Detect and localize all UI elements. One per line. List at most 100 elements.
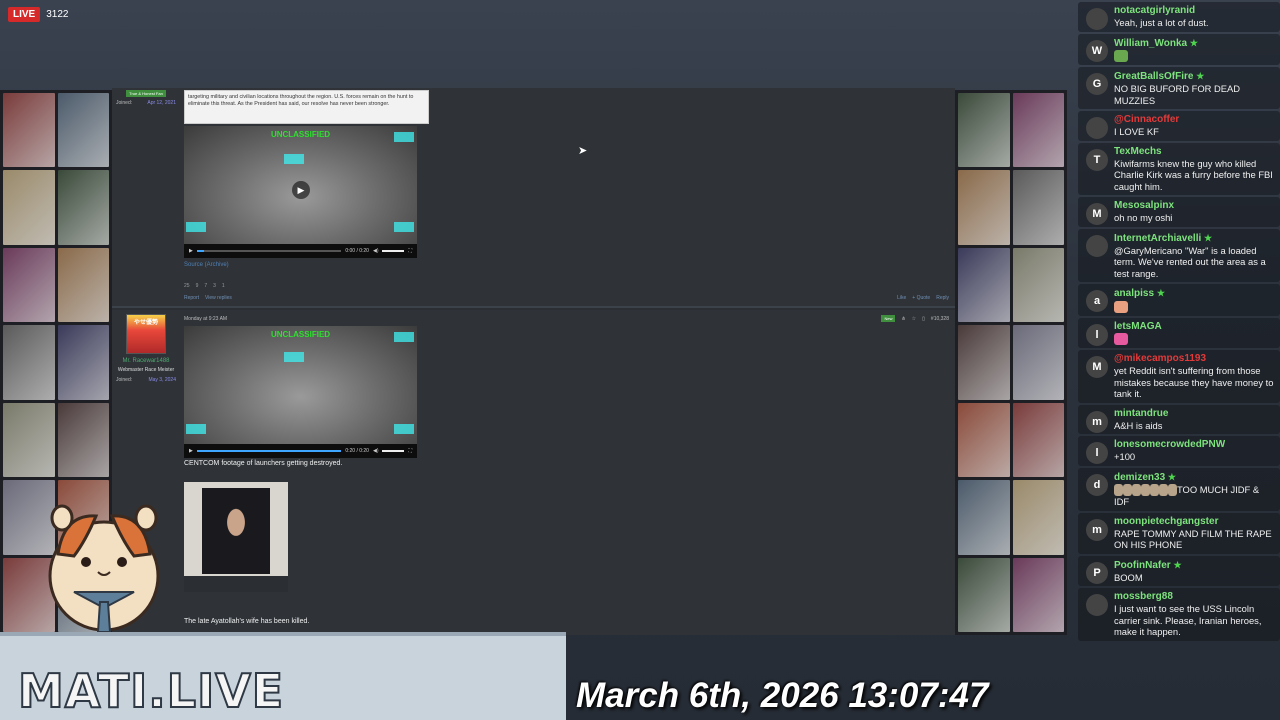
emote-icon [1150,484,1159,497]
user-title: Webmaster Race Meister [117,367,175,373]
collage-tile [1012,325,1064,400]
chat-username[interactable]: analpiss ★ [1114,287,1274,300]
source-link[interactable]: Source (Archive) [184,262,229,268]
chat-username[interactable]: PoofinNafer ★ [1114,559,1274,572]
emote-icon [1114,484,1123,497]
volume-icon[interactable]: ◀) [373,248,379,254]
chat-username-text[interactable]: PoofinNafer [1114,560,1171,571]
progress-bar[interactable] [196,250,342,252]
news-image[interactable] [184,482,288,592]
reaction-count[interactable]: 9 [196,283,199,289]
fullscreen-icon[interactable]: ⛶ [408,448,412,454]
chat-username[interactable]: demizen33 ★ [1114,471,1274,484]
chat-username[interactable]: @Cinnacoffer [1114,114,1274,126]
chat-username-text[interactable]: GreatBallsOfFire [1114,71,1193,82]
share-icon[interactable]: ⋔ [901,316,905,322]
chat-username-text[interactable]: letsMAGA [1114,321,1162,332]
chat-avatar[interactable]: G [1086,73,1108,96]
video-time: 0:20 / 0:20 [345,448,369,454]
reaction-count[interactable]: 25 [184,283,190,289]
chat-username[interactable]: notacatgirlyranid [1114,5,1274,17]
post-number[interactable]: #10,328 [931,316,949,322]
report-link[interactable]: Report [184,295,199,301]
star-icon[interactable]: ☆ [912,316,916,322]
post-links: Report View replies [184,295,232,301]
chat-username[interactable]: Mesosalpinx [1114,200,1274,212]
chat-username[interactable]: GreatBallsOfFire ★ [1114,70,1274,83]
chat-avatar[interactable]: P [1086,561,1108,584]
chat-username[interactable]: InternetArchiavelli ★ [1114,232,1274,245]
emote-icon [1114,50,1128,63]
chat-avatar[interactable]: T [1086,148,1108,171]
play-icon[interactable]: ▶ [292,181,310,199]
username[interactable]: Mr. Racewar1488 [112,357,180,365]
chat-username[interactable]: mossberg88 [1114,591,1274,603]
image-caption: The late Ayatollah's wife has been kille… [184,618,310,625]
chat-avatar[interactable] [1086,8,1108,30]
video-frame[interactable]: UNCLASSIFIED [184,326,417,444]
volume-slider[interactable] [382,250,405,252]
chat-username-text[interactable]: analpiss [1114,288,1154,299]
chat-avatar[interactable]: M [1086,356,1108,379]
chat-avatar[interactable]: M [1086,203,1108,226]
play-button-icon[interactable]: ▶ [189,448,193,454]
chat-avatar[interactable]: W [1086,39,1108,62]
progress-bar[interactable] [196,450,342,452]
bookmark-icon[interactable]: ▯ [922,316,925,322]
fullscreen-icon[interactable]: ⛶ [408,248,412,254]
reaction-count[interactable]: 3 [213,283,216,289]
chat-text: RAPE TOMMY AND FILM THE RAPE ON HIS PHON… [1114,528,1274,551]
chat-username-text[interactable]: William_Wonka [1114,38,1187,49]
chat-panel: notacatgirlyranid Yeah, just a lot of dus… [1078,0,1280,720]
avatar[interactable]: やせ優勢 [126,314,166,354]
chat-username-text[interactable]: mintandrue [1114,408,1168,419]
post-timestamp[interactable]: Monday at 9:23 AM [184,316,227,322]
chat-username-text[interactable]: notacatgirlyranid [1114,5,1195,16]
chat-username-text[interactable]: mossberg88 [1114,591,1173,602]
chat-text: A&H is aids [1114,420,1274,432]
chat-username[interactable]: William_Wonka ★ [1114,37,1274,50]
post-userbox: True & Honest Fan Joined: Apr 12, 2021 [112,88,180,109]
video-player[interactable]: UNCLASSIFIED ▶ ▶ 0:00 / 0:20 ◀) ⛶ [184,126,417,258]
chat-avatar[interactable] [1086,117,1108,140]
chat-text-content: yet Reddit isn't suffering from those mi… [1114,365,1274,400]
chat-username[interactable]: lonesomecrowdedPNW [1114,439,1274,451]
view-replies-link[interactable]: View replies [205,295,232,301]
video-player[interactable]: UNCLASSIFIED ▶ 0:20 / 0:20 ◀) ⛶ [184,326,417,458]
chat-username[interactable]: mintandrue [1114,408,1274,420]
volume-icon[interactable]: ◀) [373,448,379,454]
quote-button[interactable]: + Quote [912,295,930,301]
chat-avatar[interactable]: l [1086,442,1108,465]
chat-username-text[interactable]: TexMechs [1114,146,1162,157]
play-button-icon[interactable]: ▶ [189,248,193,254]
chat-avatar[interactable]: m [1086,518,1108,541]
reaction-count[interactable]: 1 [222,283,225,289]
chat-text: TOO MUCH JIDF & IDF [1114,484,1274,508]
chat-avatar[interactable]: d [1086,473,1108,496]
chat-avatar[interactable] [1086,234,1108,257]
volume-slider[interactable] [382,450,405,452]
chat-username-text[interactable]: demizen33 [1114,472,1165,483]
reply-button[interactable]: Reply [936,295,949,301]
chat-avatar[interactable] [1086,594,1108,617]
video-frame[interactable]: UNCLASSIFIED ▶ [184,126,417,244]
chat-avatar[interactable]: m [1086,410,1108,433]
chat-avatar[interactable]: a [1086,290,1108,313]
like-button[interactable]: Like [897,295,906,301]
chat-username[interactable]: letsMAGA [1114,321,1274,333]
chat-username[interactable]: TexMechs [1114,146,1274,158]
chat-username[interactable]: @mikecampos1193 [1114,353,1274,365]
chat-username-text[interactable]: lonesomecrowdedPNW [1114,439,1225,450]
chat-username[interactable]: moonpietechgangster [1114,516,1274,528]
chat-avatar[interactable]: l [1086,323,1108,346]
star-icon: ★ [1204,232,1213,243]
reaction-count[interactable]: 7 [204,283,207,289]
chat-username-text[interactable]: @Cinnacoffer [1114,114,1179,125]
chat-username-text[interactable]: moonpietechgangster [1114,516,1218,527]
collage-tile [1012,480,1064,555]
emote-icon [1159,484,1168,497]
collage-tile [3,247,55,323]
chat-username-text[interactable]: @mikecampos1193 [1114,353,1206,364]
chat-username-text[interactable]: InternetArchiavelli [1114,233,1201,244]
chat-username-text[interactable]: Mesosalpinx [1114,200,1174,211]
